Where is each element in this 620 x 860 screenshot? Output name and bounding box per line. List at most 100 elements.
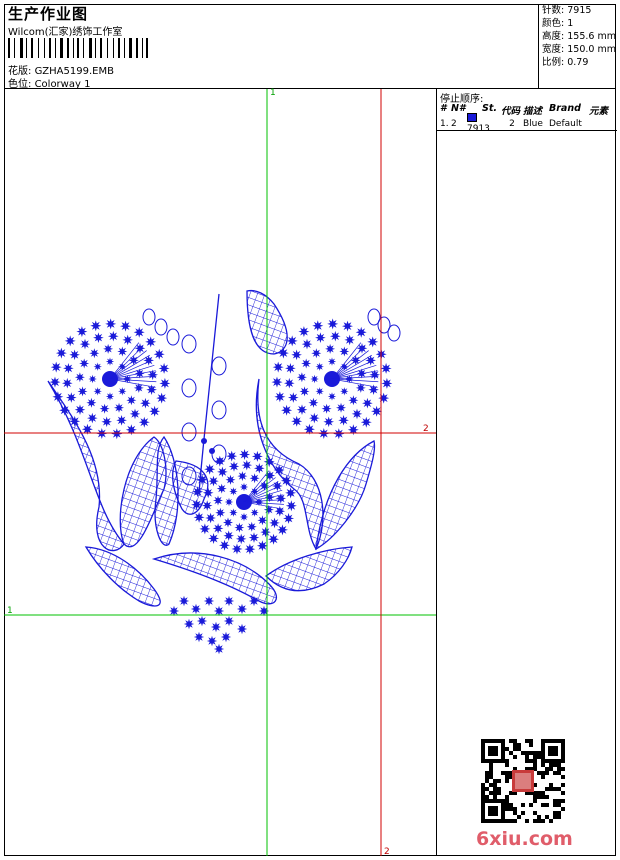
page-title: 生产作业图 [8, 5, 89, 23]
flower-center-floret [214, 455, 226, 467]
flower-center-floret [239, 482, 249, 492]
cluster-floret [190, 603, 202, 615]
flower-left-floret [111, 428, 123, 440]
leaf-bottom-center [151, 552, 278, 605]
table-row: 1. 2 7913 2 Blue Default [437, 113, 617, 134]
flower-left-floret [50, 361, 62, 373]
flower-right-floret [381, 377, 393, 389]
tendril-leaf [181, 422, 197, 442]
flower-right-floret [356, 343, 368, 354]
flower-left-floret [66, 392, 77, 403]
cluster-floret [236, 623, 248, 635]
flower-left-floret [88, 374, 97, 384]
flower-left-floret [49, 376, 61, 388]
flower-center-floret [217, 466, 228, 478]
flower-center-floret [204, 463, 216, 475]
flower-right-floret [277, 347, 289, 359]
flower-left-floret [145, 336, 157, 348]
flower-left-floret [129, 408, 141, 420]
stat-width: 宽度: 150.0 mm [542, 44, 616, 55]
flower-left-floret [99, 403, 110, 414]
flower-right-floret [286, 335, 298, 347]
flower-left-floret [79, 358, 90, 369]
flower-center-floret [225, 474, 236, 485]
flower-right-floret [315, 332, 326, 343]
company-name: Wilcom(汇家)绣饰工作室 [8, 27, 123, 38]
flower-left-floret [105, 392, 115, 401]
flower-left-floret [153, 348, 165, 360]
green-guide-top-label: 1 [270, 88, 276, 98]
flower-right-floret [272, 361, 284, 373]
tendril-leaf [181, 334, 197, 354]
flower-right-floret [271, 376, 283, 388]
flower-center-floret [280, 475, 292, 487]
flower-left-floret [134, 343, 146, 354]
stat-colors: 颜色: 1 [542, 18, 574, 29]
flower-right-floret [360, 416, 372, 428]
flower-right-floret [339, 346, 350, 357]
flower-center-floret [213, 495, 223, 506]
flower-right-floret [333, 428, 345, 440]
flower-right-floret [301, 358, 312, 369]
stop-sequence-header: # N# St. 代码 描述 Brand 元素 [440, 103, 609, 117]
flower-center-floret [250, 508, 259, 517]
flower-left-floret [74, 404, 86, 415]
flower-center-floret [273, 464, 285, 476]
flower-center-floret [229, 487, 238, 496]
flower-left-floret [89, 348, 100, 359]
flower-left-floret [116, 415, 127, 426]
flower-left-floret [69, 349, 80, 361]
leaf-left-outer [47, 380, 125, 552]
cluster-floret [223, 615, 235, 627]
flower-left-floret [126, 395, 137, 406]
flower-center-floret [254, 463, 265, 474]
tendril-leaf [166, 328, 180, 346]
design-canvas [4, 89, 436, 856]
flower-left-floret [90, 320, 102, 332]
flower-center-floret [212, 523, 224, 534]
cluster-floret [206, 635, 218, 647]
flower-right-floret [355, 326, 367, 338]
flower-right-floret [315, 387, 324, 396]
barcode [8, 38, 148, 58]
flower-center-floret [269, 517, 280, 529]
flower-right-floret [327, 392, 337, 401]
flower-center-floret [208, 533, 220, 544]
flower-center-floret [283, 512, 295, 524]
flower-center-floret [224, 497, 234, 507]
cluster-floret [193, 631, 205, 643]
tendril-leaf [211, 356, 227, 376]
flower-left-floret [125, 424, 137, 436]
flower-center-floret [268, 533, 279, 545]
flower-right-floret [325, 343, 336, 354]
stats-box: 针数: 7915 颜色: 1 高度: 155.6 mm 宽度: 150.0 mm… [538, 4, 617, 88]
watermark-logo: 6xiu.com [476, 828, 573, 850]
flower-center-floret [235, 533, 247, 545]
flower-center-floret [208, 475, 219, 487]
flower-right-floret [321, 403, 332, 414]
tendril-leaf [181, 378, 197, 398]
flower-center-floret [248, 532, 260, 543]
flower-right-floret [348, 395, 359, 406]
flower-center-floret [223, 517, 233, 528]
tendril-leaf [154, 318, 168, 336]
flower-left-floret [105, 318, 117, 330]
flower-left-floret [76, 326, 88, 338]
flower-left-floret [59, 404, 71, 416]
flower-right-floret [309, 412, 320, 424]
flower-center-floret [263, 456, 275, 468]
flower-right-floret [362, 397, 373, 409]
flower-right-floret [284, 377, 295, 389]
flower-center-floret [199, 523, 211, 535]
flower-center-floret [216, 483, 227, 494]
flower-left-floret [122, 334, 133, 346]
flower-left-floret [156, 392, 168, 404]
flower-left-floret [105, 357, 115, 366]
flower-center-floret [244, 543, 256, 555]
flower-right-floret [291, 415, 303, 427]
color-swatch [467, 113, 477, 122]
flower-right-floret [371, 405, 383, 417]
flower-center-floret [234, 522, 245, 533]
cluster-floret [236, 603, 248, 615]
red-guide-right-label: 2 [423, 424, 429, 434]
